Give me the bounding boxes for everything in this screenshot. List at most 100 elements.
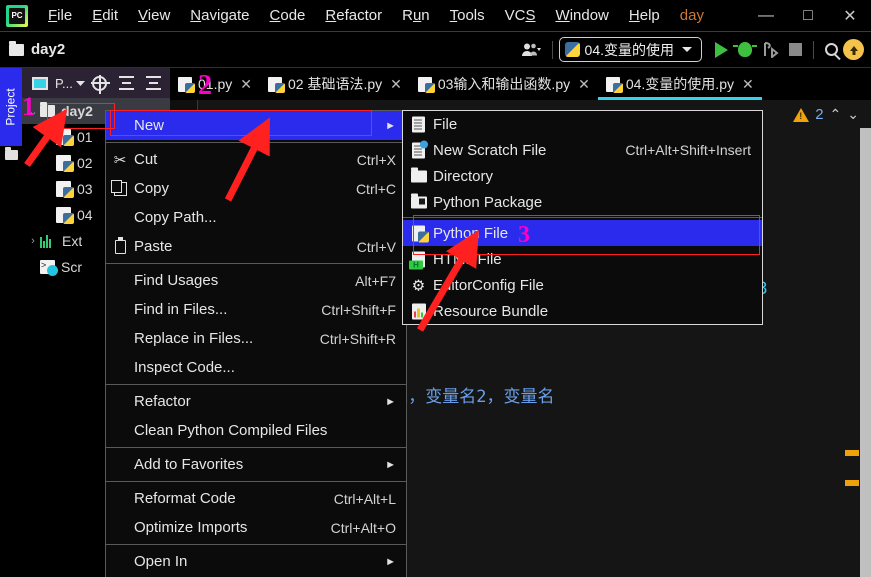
menu-item-shortcut: Ctrl+Alt+L: [333, 490, 396, 507]
editor-scrollbar[interactable]: [859, 100, 871, 577]
debug-icon[interactable]: [733, 42, 757, 57]
tab-02-py[interactable]: 02 基础语法.py ✕: [260, 68, 410, 100]
tab-04-py[interactable]: 04.变量的使用.py ✕: [597, 68, 762, 100]
previous-problem-icon[interactable]: ⌃: [830, 106, 842, 123]
context-menu-item-copy[interactable]: Copy Ctrl+C: [106, 174, 406, 203]
context-menu-item-new[interactable]: New ►: [106, 111, 406, 140]
context-menu-item-refactor[interactable]: Refactor ►: [106, 387, 406, 416]
scrollbar-thumb[interactable]: [860, 128, 871, 577]
user-dropdown-icon[interactable]: [521, 42, 541, 58]
submenu-item-editorconfig-file[interactable]: ⚙ EditorConfig File: [403, 272, 762, 298]
stop-icon[interactable]: [789, 43, 802, 56]
update-icon[interactable]: [843, 39, 864, 60]
menu-vcs[interactable]: VCS: [495, 4, 546, 27]
context-menu-item-paste[interactable]: Paste Ctrl+V: [106, 232, 406, 261]
new-submenu[interactable]: File New Scratch File Ctrl+Alt+Shift+Ins…: [402, 110, 763, 325]
project-panel-header: P...: [22, 68, 170, 98]
menu-separator: [106, 544, 406, 545]
submenu-item-python-package[interactable]: Python Package: [403, 189, 762, 215]
gear-icon: ⚙: [411, 277, 426, 294]
tab-label: 02 基础语法.py: [287, 76, 383, 92]
submenu-item-directory[interactable]: Directory: [403, 163, 762, 189]
inspection-widget[interactable]: 2 ⌃ ⌄: [789, 104, 863, 125]
pycharm-logo-icon: [6, 4, 28, 27]
run-icon[interactable]: [715, 41, 728, 58]
menu-item-label: Cut: [134, 151, 158, 168]
coverage-icon[interactable]: [762, 41, 779, 58]
structure-icon[interactable]: [5, 147, 18, 160]
context-menu-item-add-to-favorites[interactable]: Add to Favorites ►: [106, 450, 406, 479]
close-icon[interactable]: ✕: [578, 76, 590, 93]
run-configuration-selector[interactable]: 04.变量的使用: [558, 37, 702, 62]
directory-icon: [409, 167, 428, 186]
python-file-icon: [605, 76, 623, 93]
menu-help[interactable]: Help: [619, 4, 670, 27]
copy-icon: [110, 179, 129, 198]
collapse-all-icon[interactable]: [142, 71, 166, 95]
folder-icon: [9, 40, 24, 56]
tree-twisty[interactable]: ›: [26, 235, 40, 247]
menu-file[interactable]: File: [38, 4, 82, 27]
window-project-label: day: [679, 7, 704, 24]
context-menu-item-optimize-imports[interactable]: Optimize Imports Ctrl+Alt+O: [106, 513, 406, 542]
submenu-item-html-file[interactable]: HTML File: [403, 246, 762, 272]
project-stripe-label: Project: [4, 88, 19, 126]
menu-window[interactable]: Window: [546, 4, 619, 27]
scroll-from-source-icon[interactable]: [88, 71, 112, 95]
context-menu-item-replace-in-files[interactable]: Replace in Files... Ctrl+Shift+R: [106, 324, 406, 353]
menu-run[interactable]: Run: [392, 4, 440, 27]
tab-03-py[interactable]: 03输入和输出函数.py ✕: [410, 68, 598, 100]
context-menu-item-cut[interactable]: ✂ Cut Ctrl+X: [106, 145, 406, 174]
sidebar-item-project[interactable]: Project: [0, 68, 22, 146]
tab-01-py[interactable]: 01.py ✕: [170, 68, 260, 100]
context-menu-item-inspect-code[interactable]: Inspect Code...: [106, 353, 406, 382]
project-view-icon[interactable]: [28, 71, 52, 95]
close-icon[interactable]: ✕: [240, 76, 252, 93]
folder-icon: [40, 102, 55, 117]
context-menu-item-find-usages[interactable]: Find Usages Alt+F7: [106, 266, 406, 295]
menu-item-label: Copy Path...: [134, 209, 217, 226]
menu-code[interactable]: Code: [260, 4, 316, 27]
chevron-down-icon[interactable]: [75, 80, 85, 87]
tool-window-stripe: Project: [0, 68, 22, 577]
editor-tab-bar: 01.py ✕ 02 基础语法.py ✕ 03输入和输出函数.py ✕ 04.变…: [170, 68, 871, 100]
menu-item-shortcut: Ctrl+Alt+O: [330, 519, 396, 536]
resource-bundle-icon: [409, 302, 428, 321]
tree-label: 02: [77, 155, 93, 171]
close-icon[interactable]: ✕: [742, 76, 754, 93]
menu-view[interactable]: View: [128, 4, 180, 27]
submenu-item-new-scratch-file[interactable]: New Scratch File Ctrl+Alt+Shift+Insert: [403, 137, 762, 163]
search-icon[interactable]: [825, 43, 838, 56]
tree-label: 03: [77, 181, 93, 197]
warning-marker[interactable]: [845, 480, 859, 486]
project-panel-title: P...: [55, 75, 73, 91]
submenu-item-file[interactable]: File: [403, 111, 762, 137]
context-menu[interactable]: New ► ✂ Cut Ctrl+X Copy Ctrl+C Copy Path…: [105, 110, 407, 577]
warning-triangle-icon: [793, 107, 810, 122]
scratches-icon: >: [40, 260, 58, 276]
warning-marker[interactable]: [845, 450, 859, 456]
menu-navigate[interactable]: Navigate: [180, 4, 259, 27]
context-menu-item-reformat-code[interactable]: Reformat Code Ctrl+Alt+L: [106, 484, 406, 513]
tree-twisty[interactable]: ⌄: [26, 105, 40, 118]
context-menu-item-copy-path[interactable]: Copy Path...: [106, 203, 406, 232]
context-menu-item-clean-python-compiled-files[interactable]: Clean Python Compiled Files: [106, 416, 406, 445]
next-problem-icon[interactable]: ⌄: [847, 106, 859, 123]
menu-refactor[interactable]: Refactor: [315, 4, 392, 27]
menu-item-shortcut: Ctrl+C: [355, 180, 396, 197]
context-menu-item-open-in[interactable]: Open In ►: [106, 547, 406, 576]
menu-item-shortcut: Ctrl+V: [356, 238, 396, 255]
menu-item-shortcut: Ctrl+Shift+R: [319, 330, 396, 347]
window-minimize-button[interactable]: —: [745, 1, 787, 31]
toolbar-separator: [551, 40, 553, 59]
close-icon[interactable]: ✕: [390, 76, 402, 93]
window-close-button[interactable]: ✕: [829, 1, 871, 31]
menu-tools[interactable]: Tools: [440, 4, 495, 27]
expand-all-icon[interactable]: [115, 71, 139, 95]
menu-separator: [106, 263, 406, 264]
context-menu-item-find-in-files[interactable]: Find in Files... Ctrl+Shift+F: [106, 295, 406, 324]
submenu-item-resource-bundle[interactable]: Resource Bundle: [403, 298, 762, 324]
menu-edit[interactable]: Edit: [82, 4, 128, 27]
window-maximize-button[interactable]: □: [787, 1, 829, 31]
submenu-item-python-file[interactable]: Python File: [403, 220, 762, 246]
